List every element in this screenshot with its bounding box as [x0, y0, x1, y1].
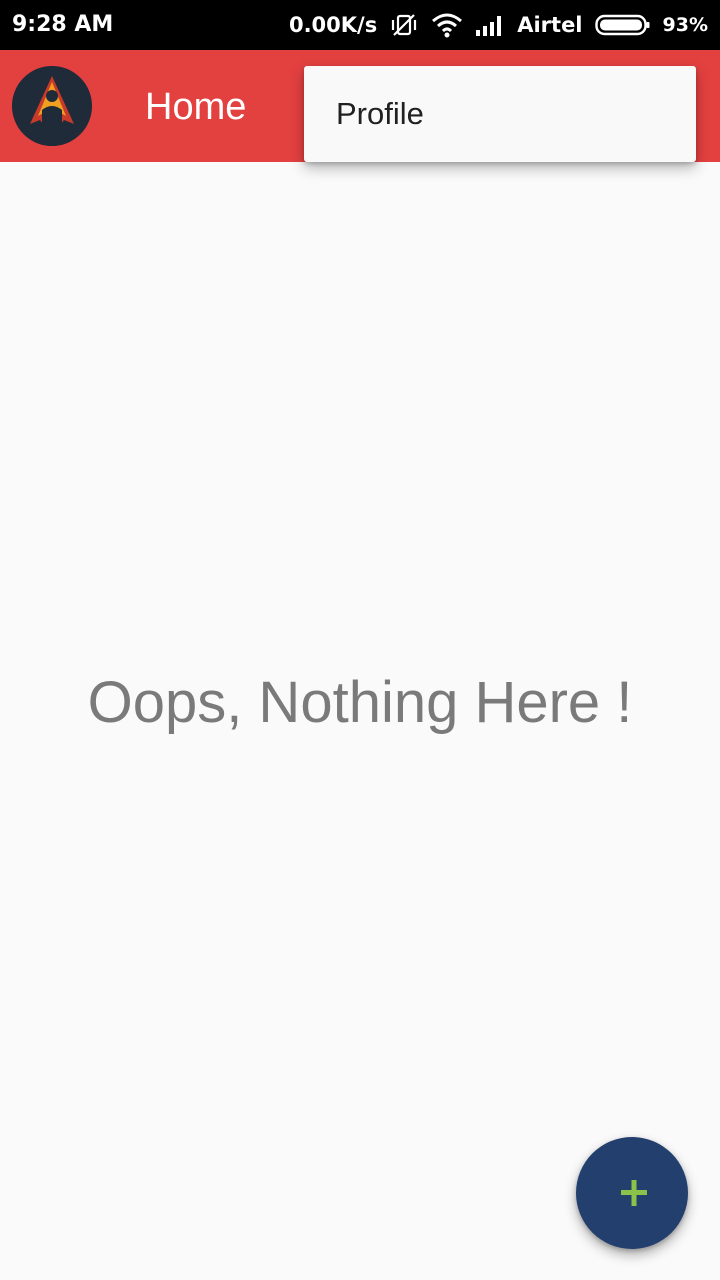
menu-item-profile[interactable]: Profile	[304, 66, 696, 162]
carrier-name: Airtel	[517, 13, 583, 37]
menu-item-label: Profile	[336, 96, 424, 131]
empty-state-message: Oops, Nothing Here !	[87, 670, 633, 735]
signal-icon	[475, 13, 505, 37]
page-title: Home	[145, 86, 247, 128]
plus-icon	[621, 1180, 647, 1206]
network-speed: 0.00K/s	[288, 13, 378, 37]
vibrate-off-icon	[389, 11, 419, 39]
battery-icon	[594, 13, 651, 37]
overflow-menu: Profile	[304, 66, 696, 162]
wifi-icon	[431, 12, 463, 38]
avatar[interactable]	[12, 66, 92, 146]
status-right: 0.00K/s Airtel 93%	[289, 0, 708, 50]
avatar-logo-icon	[12, 66, 92, 146]
status-bar: 9:28 AM 0.00K/s Airtel 93%	[0, 0, 720, 50]
battery-percent: 93%	[662, 14, 708, 36]
status-time: 9:28 AM	[12, 12, 114, 37]
add-fab-button[interactable]	[576, 1137, 688, 1249]
